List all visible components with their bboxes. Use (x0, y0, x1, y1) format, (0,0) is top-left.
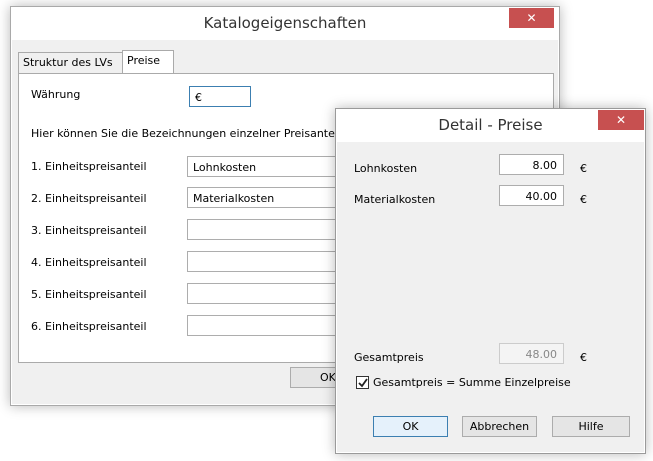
ep-label-4: 4. Einheitspreisanteil (31, 256, 147, 269)
gesamtpreis-unit: € (580, 351, 587, 364)
ep-label-6: 6. Einheitspreisanteil (31, 320, 147, 333)
gesamtpreis-field: 48.00 (499, 343, 564, 364)
summe-checkbox[interactable] (356, 376, 369, 389)
ep-label-5: 5. Einheitspreisanteil (31, 288, 147, 301)
katalog-title: Katalogeigenschaften (203, 14, 367, 32)
katalog-close-icon[interactable]: ✕ (509, 8, 554, 28)
tab-preise[interactable]: Preise (122, 50, 174, 74)
ep-field-4[interactable] (187, 251, 347, 272)
lohnkosten-label: Lohnkosten (354, 162, 418, 175)
detail-close-icon[interactable]: ✕ (598, 110, 644, 130)
ep-label-3: 3. Einheitspreisanteil (31, 224, 147, 237)
materialkosten-unit: € (580, 193, 587, 206)
materialkosten-label: Materialkosten (354, 193, 436, 206)
lohnkosten-unit: € (580, 162, 587, 175)
detail-client: Lohnkosten 8.00 € Materialkosten 40.00 €… (337, 142, 644, 452)
detail-ok-button[interactable]: OK (373, 416, 448, 437)
ep-label-2: 2. Einheitspreisanteil (31, 192, 147, 205)
ep-field-5[interactable] (187, 283, 347, 304)
lohnkosten-field[interactable]: 8.00 (499, 154, 564, 175)
detail-titlebar[interactable]: Detail - Preise ✕ (336, 109, 645, 142)
summe-checkbox-label[interactable]: Gesamtpreis = Summe Einzelpreise (373, 376, 571, 389)
detail-cancel-button[interactable]: Abbrechen (462, 416, 537, 437)
materialkosten-field[interactable]: 40.00 (499, 185, 564, 206)
ep-field-3[interactable] (187, 219, 347, 240)
detail-help-button[interactable]: Hilfe (552, 416, 630, 437)
detail-window: Detail - Preise ✕ Lohnkosten 8.00 € Mate… (335, 108, 646, 454)
checkmark-icon (358, 378, 368, 388)
gesamtpreis-label: Gesamtpreis (354, 351, 424, 364)
ep-label-1: 1. Einheitspreisanteil (31, 160, 147, 173)
waehrung-field[interactable]: € (189, 86, 251, 107)
katalog-titlebar[interactable]: Katalogeigenschaften ✕ (11, 7, 559, 40)
ep-field-1[interactable]: Lohnkosten (187, 156, 347, 177)
waehrung-label: Währung (31, 88, 81, 101)
info-text: Hier können Sie die Bezeichnungen einzel… (31, 127, 348, 140)
ep-field-6[interactable] (187, 315, 347, 336)
ep-field-2[interactable]: Materialkosten (187, 187, 347, 208)
tab-struktur[interactable]: Struktur des LVs (18, 52, 128, 74)
